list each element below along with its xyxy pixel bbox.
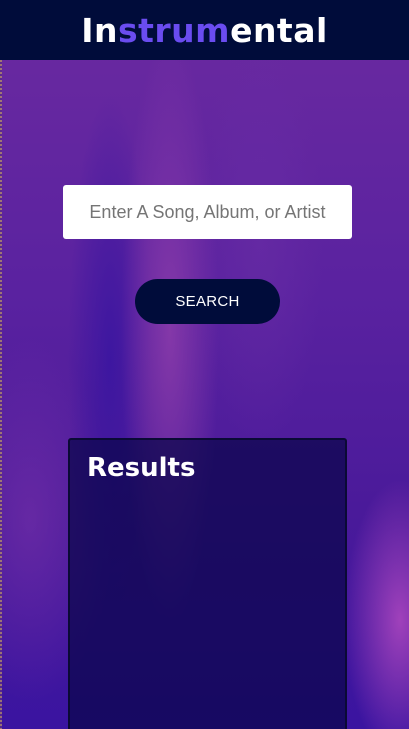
results-title: Results	[87, 453, 196, 483]
search-input[interactable]	[63, 185, 352, 239]
logo-part-2: strum	[117, 10, 231, 50]
search-button[interactable]: SEARCH	[135, 279, 280, 324]
app-logo[interactable]: Instrumental	[81, 14, 328, 47]
logo-part-3: ental	[230, 10, 328, 50]
scrollbar-edge	[0, 60, 2, 729]
results-panel: Results	[68, 438, 347, 729]
app-header: Instrumental	[0, 0, 409, 60]
logo-part-1: In	[81, 10, 118, 50]
